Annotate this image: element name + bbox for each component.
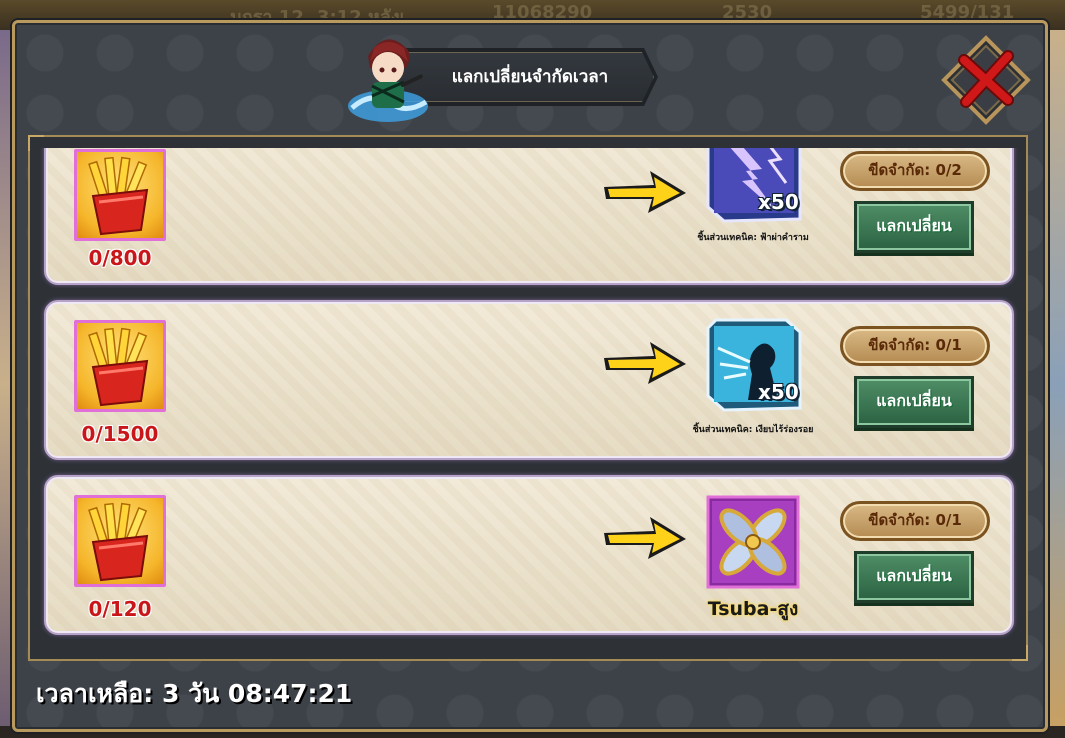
time-remaining: เวลาเหลือ: 3 วัน 08:47:21 — [36, 679, 353, 708]
exchange-button[interactable]: แลกเปลี่ยน — [854, 376, 974, 428]
background-right-edge — [1045, 30, 1065, 738]
exchange-row: 0/800 x50 ชิ้นส่วนเทคนิค: ฟ้าผ่าคำราม ขี… — [44, 148, 1014, 285]
arrow-right-icon — [604, 342, 686, 384]
cost-item-slot[interactable] — [74, 149, 166, 241]
cost-progress: 0/1500 — [81, 422, 159, 446]
limit-badge: ขีดจำกัด: 0/2 — [840, 151, 990, 191]
exchange-row: 0/120 Tsuba-สูง ขีดจำกัด: 0/1 แลกเปลี่ยน — [44, 475, 1014, 635]
french-fries-icon — [88, 502, 149, 582]
arrow-right-icon — [604, 171, 686, 213]
exchange-row: 0/1500 x50 ชิ้นส่วนเทคนิค: เงียบไร้ร่องร… — [44, 300, 1014, 460]
tsuba-guard-icon[interactable] — [706, 495, 800, 589]
exchange-button[interactable]: แลกเปลี่ยน — [854, 551, 974, 603]
cost-item-slot[interactable] — [74, 320, 166, 412]
french-fries-icon — [88, 156, 149, 236]
arrow-right-icon — [604, 517, 686, 559]
french-fries-icon — [88, 327, 149, 407]
cost-progress: 0/800 — [88, 246, 152, 270]
limit-badge: ขีดจำกัด: 0/1 — [840, 501, 990, 541]
cost-progress: 0/120 — [88, 597, 152, 621]
character-mascot-icon — [348, 39, 428, 122]
close-button[interactable] — [940, 34, 1032, 126]
cost-item-slot[interactable] — [74, 495, 166, 587]
reward-name: ชิ้นส่วนเทคนิค: ฟ้าผ่าคำราม — [697, 233, 809, 243]
limit-badge: ขีดจำกัด: 0/1 — [840, 326, 990, 366]
exchange-button[interactable]: แลกเปลี่ยน — [854, 201, 974, 253]
reward-quantity: x50 — [758, 380, 799, 404]
reward-quantity: x50 — [758, 190, 799, 214]
popup-title: แลกเปลี่ยนจำกัดเวลา — [451, 67, 609, 87]
reward-name: ชิ้นส่วนเทคนิค: เงียบไร้ร่องรอย — [692, 425, 814, 435]
reward-name: Tsuba-สูง — [707, 598, 799, 620]
exchange-row-clip: 0/800 x50 ชิ้นส่วนเทคนิค: ฟ้าผ่าคำราม ขี… — [30, 148, 1030, 288]
